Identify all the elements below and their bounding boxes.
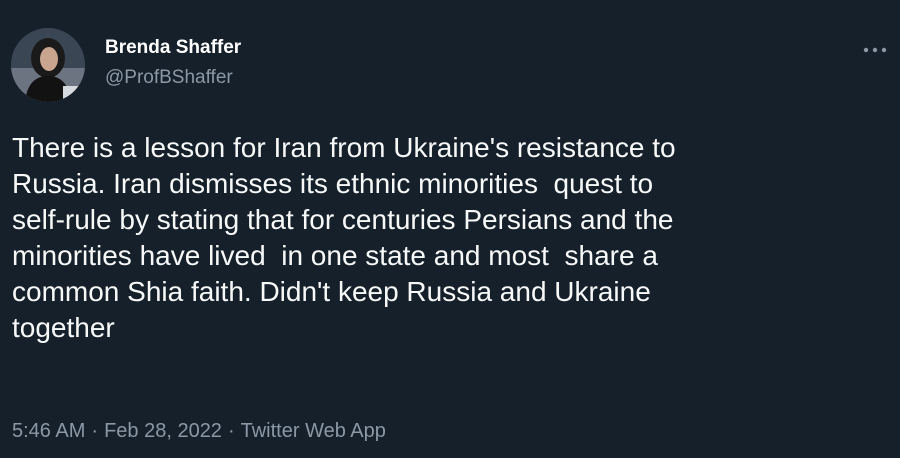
tweet-card: Brenda Shaffer @ProfBShaffer There is a … — [0, 0, 900, 458]
tweet-meta: 5:46 AM · Feb 28, 2022 · Twitter Web App — [12, 418, 386, 444]
author-info: Brenda Shaffer @ProfBShaffer — [105, 37, 241, 89]
tweet-date-link[interactable]: Feb 28, 2022 — [104, 420, 222, 442]
tweet-text: There is a lesson for Iran from Ukraine'… — [12, 132, 676, 343]
author-display-name[interactable]: Brenda Shaffer — [105, 37, 241, 59]
author-handle[interactable]: @ProfBShaffer — [105, 67, 241, 89]
tweet-source-link[interactable]: Twitter Web App — [241, 420, 386, 442]
more-horizontal-icon — [863, 47, 887, 53]
author-avatar[interactable] — [11, 28, 85, 102]
meta-separator: · — [227, 420, 235, 442]
more-options-button[interactable] — [860, 38, 890, 62]
meta-separator: · — [91, 420, 99, 442]
tweet-time-link[interactable]: 5:46 AM — [12, 420, 85, 442]
avatar-photo-icon — [11, 28, 85, 102]
